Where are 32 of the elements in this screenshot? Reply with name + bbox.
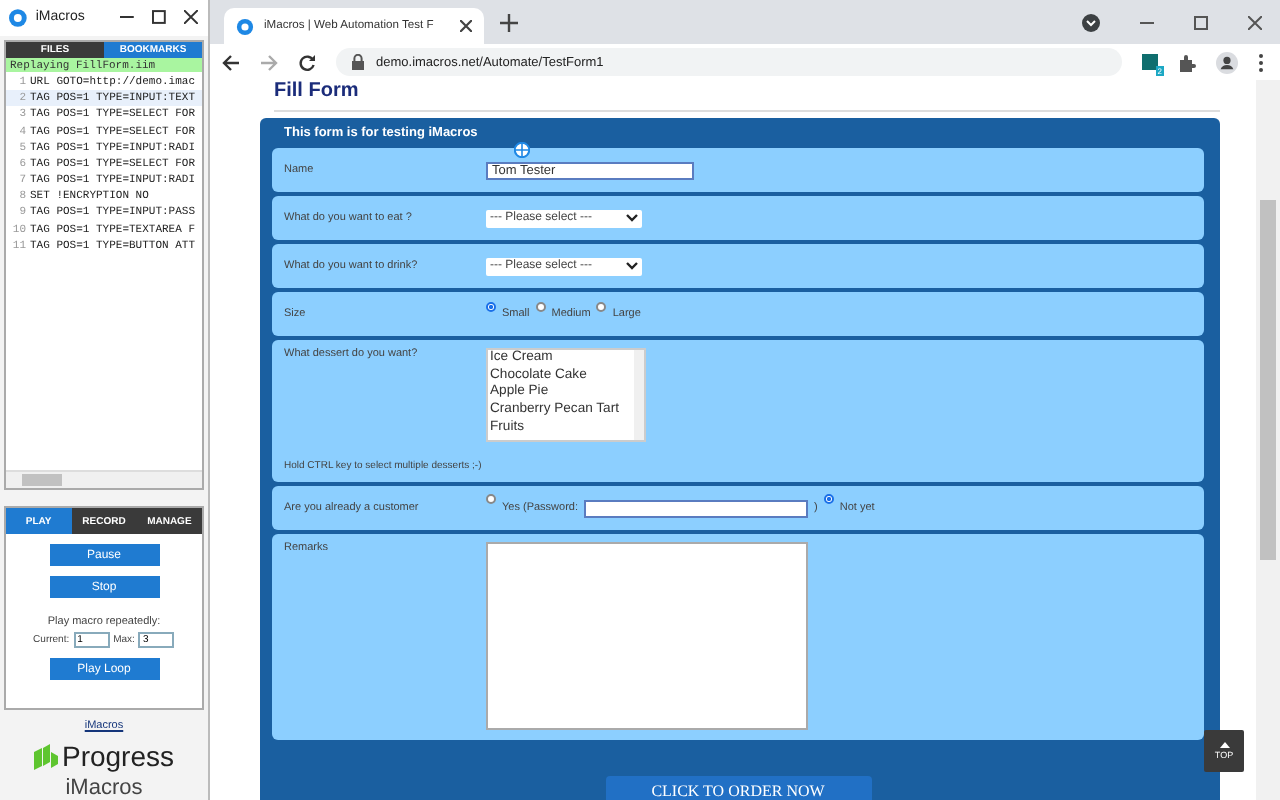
size-radio[interactable] — [535, 302, 546, 312]
reload-icon[interactable] — [298, 53, 316, 71]
size-radio[interactable] — [486, 302, 496, 312]
profile-icon[interactable] — [1216, 51, 1238, 73]
close-icon[interactable] — [184, 10, 199, 25]
page-heading: Fill Form — [274, 80, 1220, 112]
tab-search-icon[interactable] — [1082, 13, 1100, 31]
chevron-down-icon — [626, 262, 638, 270]
remarks-field[interactable] — [486, 542, 808, 730]
caret-up-icon — [1219, 742, 1229, 748]
horizontal-scrollbar[interactable] — [6, 470, 202, 489]
site-icon — [236, 17, 254, 35]
menu-icon[interactable] — [1258, 53, 1264, 71]
vertical-scrollbar[interactable] — [1256, 80, 1280, 800]
size-radio[interactable] — [596, 302, 607, 312]
close-icon[interactable] — [460, 20, 472, 32]
back-icon[interactable] — [222, 53, 240, 71]
product-name: iMacros — [65, 776, 143, 800]
app-logo-icon — [8, 7, 28, 28]
maximize-icon[interactable] — [152, 10, 167, 25]
puzzle-icon[interactable] — [1178, 53, 1196, 71]
logo-icon — [33, 743, 58, 769]
chevron-down-icon — [626, 214, 638, 222]
customer-radio[interactable] — [823, 493, 834, 503]
maximize-icon[interactable] — [1194, 15, 1208, 29]
new-tab-icon[interactable] — [500, 13, 518, 31]
customer-radio[interactable] — [486, 493, 496, 503]
password-field[interactable] — [584, 499, 809, 517]
close-icon[interactable] — [1248, 15, 1262, 29]
brand-name: Progress — [61, 740, 175, 772]
lock-icon — [352, 54, 364, 70]
order-button[interactable]: CLICK TO ORDER NOW — [605, 776, 871, 800]
